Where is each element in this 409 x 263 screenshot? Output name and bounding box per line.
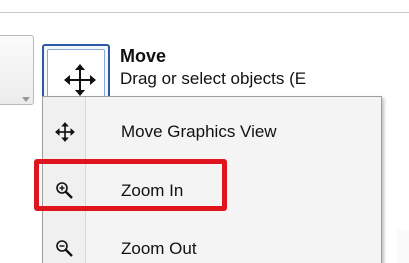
move-arrows-icon	[64, 64, 96, 96]
menu-item-label: Zoom Out	[121, 239, 197, 258]
screenshot-frame: Move Drag or select objects (E Move Grap	[0, 0, 409, 263]
highlight-box	[34, 159, 227, 211]
previous-tool-button[interactable]	[0, 35, 34, 105]
window-edge	[397, 230, 409, 263]
menu-item-label: Move Graphics View	[121, 122, 277, 141]
tool-title: Move	[120, 46, 167, 66]
toolbar: Move Drag or select objects (E	[0, 12, 409, 114]
menu-item-move-graphics-view[interactable]: Move Graphics View	[43, 105, 381, 159]
tool-description: Drag or select objects (E	[120, 69, 307, 88]
zoom-out-icon	[43, 222, 86, 263]
move-arrows-icon	[43, 105, 86, 159]
menu-item-zoom-out[interactable]: Zoom Out	[43, 222, 381, 263]
dropdown-arrow-icon[interactable]	[22, 97, 30, 102]
